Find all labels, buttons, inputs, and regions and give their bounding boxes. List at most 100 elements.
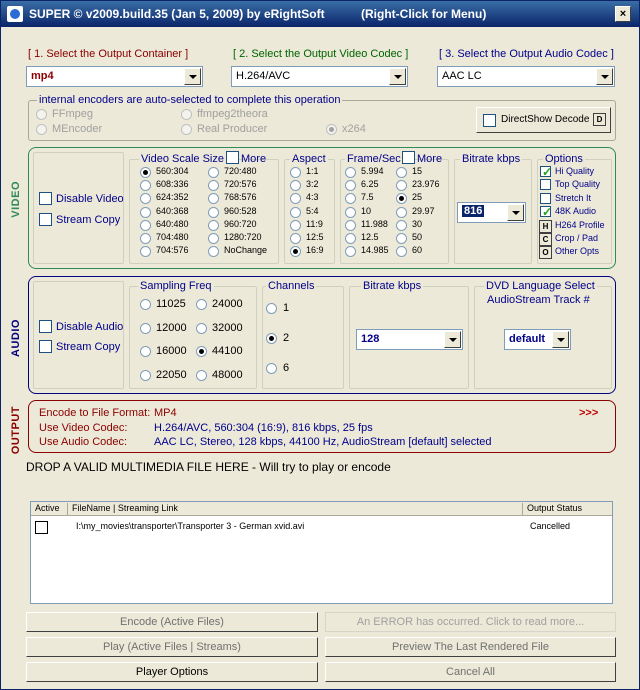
window-title: SUPER © v2009.build.35 (Jan 5, 2009) by …: [29, 7, 325, 21]
freq-48000-radio[interactable]: [196, 369, 207, 381]
freq-44100-radio[interactable]: [196, 346, 207, 357]
scale-640368-label: 640:368: [156, 205, 189, 216]
fps-caption: Frame/Sec: [345, 153, 403, 165]
top-quality-checkbox[interactable]: [540, 179, 551, 191]
table-row[interactable]: I:\my_movies\transporter\Transporter 3 -…: [31, 519, 612, 535]
output-more-link[interactable]: >>>: [579, 407, 598, 419]
freq-22050-radio[interactable]: [140, 369, 151, 381]
fps-14-985-label: 14.985: [361, 245, 389, 256]
freq-32000-label: 32000: [212, 321, 243, 334]
chevron-down-icon[interactable]: [596, 68, 613, 85]
video-codec-label: [ 2. Select the Output Video Codec ]: [233, 48, 409, 60]
column-status[interactable]: Output Status: [523, 503, 612, 515]
freq-24000-radio[interactable]: [196, 299, 207, 310]
scale-1280720-label: 1280:720: [224, 232, 262, 242]
h264-profile-key[interactable]: H: [539, 219, 552, 233]
scale-640480-radio[interactable]: [140, 219, 151, 231]
crop-pad-key[interactable]: C: [539, 233, 552, 246]
stretch-it-label: Stretch It: [555, 192, 592, 203]
directshow-decode-button[interactable]: DirectShow Decode D: [476, 107, 611, 133]
column-filename[interactable]: FileName | Streaming Link: [68, 503, 523, 515]
video-codec-select[interactable]: H.264/AVC: [231, 66, 408, 87]
scale-560304-radio[interactable]: [140, 167, 151, 178]
fps-15-radio[interactable]: [396, 167, 407, 178]
scale-960528-label: 960:528: [224, 205, 257, 216]
channel-6-radio[interactable]: [266, 363, 277, 374]
freq-44100-label: 44100: [212, 345, 243, 357]
disable-video-label: Disable Video: [56, 193, 124, 205]
disable-video-checkbox[interactable]: [39, 192, 52, 205]
video-bitrate-select[interactable]: 816: [457, 202, 526, 223]
video-disable-box: [33, 152, 124, 264]
scale-1280720-radio[interactable]: [208, 233, 219, 244]
audio-codec-select[interactable]: AAC LC: [437, 66, 615, 87]
file-list[interactable]: Active FileName | Streaming Link Output …: [30, 501, 613, 604]
scale-704480-radio[interactable]: [140, 233, 151, 244]
fps-50-radio[interactable]: [396, 233, 407, 244]
directshow-key[interactable]: D: [593, 113, 606, 126]
48k-audio-checkbox[interactable]: [540, 205, 552, 219]
chevron-down-icon[interactable]: [552, 331, 569, 348]
encoder-mencoder-radio: [36, 124, 47, 135]
container-select[interactable]: mp4: [26, 66, 203, 87]
chevron-down-icon[interactable]: [507, 204, 524, 221]
aspect-16-9-label: 16:9: [306, 245, 324, 256]
fps-more-checkbox[interactable]: [402, 151, 415, 164]
play-button[interactable]: Play (Active Files | Streams): [26, 637, 318, 657]
error-link-button[interactable]: An ERROR has occurred. Click to read mor…: [325, 612, 616, 632]
hi-quality-checkbox[interactable]: [540, 165, 552, 179]
aspect-1-1-radio[interactable]: [290, 167, 301, 178]
scale-960528-radio[interactable]: [208, 206, 219, 218]
cancel-all-button[interactable]: Cancel All: [325, 662, 616, 682]
other-opts-key[interactable]: O: [539, 246, 552, 260]
audio-stream-copy-checkbox[interactable]: [39, 340, 52, 353]
channel-1-radio[interactable]: [266, 303, 277, 314]
channel-2-radio[interactable]: [266, 333, 277, 344]
freq-12000-radio[interactable]: [140, 322, 151, 334]
fps-11-988-radio[interactable]: [345, 219, 356, 231]
freq-32000-radio[interactable]: [196, 322, 207, 334]
audio-bitrate-select[interactable]: 128: [356, 329, 463, 350]
disable-audio-label: Disable Audio: [56, 321, 124, 333]
freq-24000-label: 24000: [212, 298, 243, 310]
chevron-down-icon[interactable]: [389, 68, 406, 85]
scale-more-label: More: [241, 153, 267, 165]
drop-hint[interactable]: DROP A VALID MULTIMEDIA FILE HERE - Will…: [26, 460, 391, 474]
scale-640368-radio[interactable]: [140, 206, 151, 218]
aspect-12-5-radio[interactable]: [290, 233, 301, 244]
encoder-x264-label: x264: [342, 123, 366, 135]
right-click-hint: (Right-Click for Menu): [361, 7, 487, 21]
channels-caption: Channels: [266, 280, 317, 292]
player-options-button[interactable]: Player Options: [26, 662, 318, 682]
preview-button[interactable]: Preview The Last Rendered File: [325, 637, 616, 657]
video-codec-value: H.264/AVC: [236, 70, 291, 82]
aspect-11-9-radio[interactable]: [290, 219, 301, 231]
aspect-11-9-label: 11:9: [306, 218, 323, 229]
aspect-5-4-radio[interactable]: [290, 206, 301, 218]
chevron-down-icon[interactable]: [444, 331, 461, 348]
chevron-down-icon[interactable]: [184, 68, 201, 85]
fps-5-994-label: 5.994: [361, 166, 384, 176]
freq-11025-radio[interactable]: [140, 299, 151, 310]
disable-audio-checkbox[interactable]: [39, 320, 52, 333]
stretch-it-checkbox[interactable]: [540, 192, 551, 204]
scale-960720-radio[interactable]: [208, 219, 219, 231]
directshow-checkbox[interactable]: [483, 114, 496, 127]
freq-16000-radio[interactable]: [140, 346, 151, 357]
fps-29-97-radio[interactable]: [396, 206, 407, 218]
scale-768576-label: 768:576: [224, 192, 257, 203]
dvd-track-select[interactable]: default: [504, 329, 571, 350]
column-active[interactable]: Active: [31, 503, 68, 515]
encode-button[interactable]: Encode (Active Files): [26, 612, 318, 632]
scale-560304-label: 560:304: [156, 166, 189, 176]
fps-12-5-radio[interactable]: [345, 233, 356, 244]
file-active-checkbox[interactable]: [35, 521, 48, 534]
fps-10-radio[interactable]: [345, 206, 356, 218]
video-stream-copy-checkbox[interactable]: [39, 213, 52, 226]
close-icon[interactable]: [615, 6, 631, 22]
scale-more-checkbox[interactable]: [226, 151, 239, 164]
fps-5-994-radio[interactable]: [345, 167, 356, 178]
fps-30-radio[interactable]: [396, 219, 407, 231]
app-icon: [7, 6, 23, 22]
scale-720480-radio[interactable]: [208, 167, 219, 178]
